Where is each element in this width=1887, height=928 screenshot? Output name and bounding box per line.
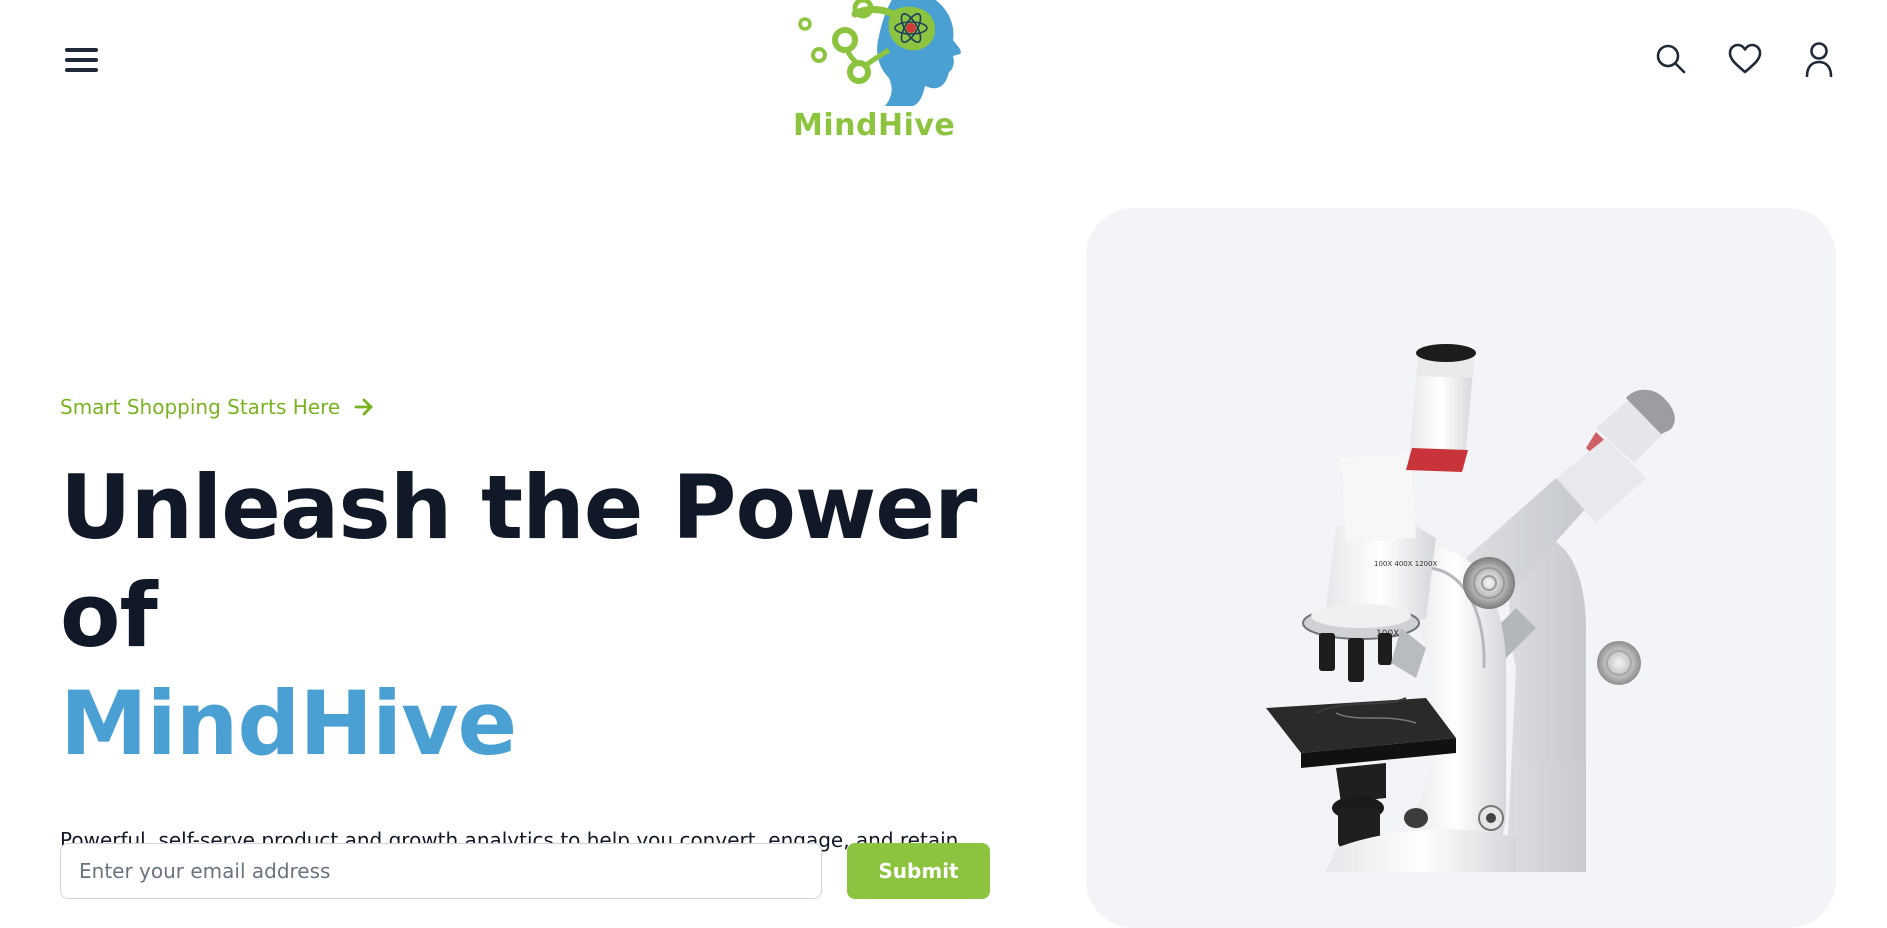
heart-icon xyxy=(1728,43,1762,74)
brand-logo[interactable]: MindHive xyxy=(785,0,975,150)
headline-line-2: MindHive xyxy=(60,672,517,775)
search-button[interactable] xyxy=(1653,40,1689,78)
hero-content: Smart Shopping Starts Here Unleash the P… xyxy=(60,395,1020,888)
submit-button[interactable]: Submit xyxy=(847,843,990,899)
wishlist-button[interactable] xyxy=(1727,40,1763,78)
menu-button[interactable] xyxy=(62,44,102,78)
email-signup-form: Submit xyxy=(60,843,990,903)
arrow-right-icon xyxy=(354,398,373,416)
menu-icon-bar xyxy=(65,48,98,52)
hero-image: 100X 400X 1200X 100X xyxy=(1086,208,1836,872)
menu-icon-bar xyxy=(65,58,98,62)
user-icon xyxy=(1805,42,1833,77)
eyebrow-link[interactable]: Smart Shopping Starts Here xyxy=(60,395,1020,419)
svg-text:100X 400X 1200X: 100X 400X 1200X xyxy=(1374,560,1438,568)
search-icon xyxy=(1656,44,1686,74)
account-button[interactable] xyxy=(1801,40,1837,78)
eyebrow-text: Smart Shopping Starts Here xyxy=(60,395,341,419)
microscope-image: 100X 400X 1200X 100X xyxy=(1266,344,1675,872)
site-header: MindHive xyxy=(0,0,1887,150)
header-actions xyxy=(1653,40,1837,80)
brand-name: MindHive xyxy=(793,108,956,143)
menu-icon-bar xyxy=(65,68,98,72)
logo-head-icon xyxy=(798,0,961,106)
hero-headline: Unleash the Power of MindHive xyxy=(60,454,1020,778)
email-input[interactable] xyxy=(60,843,822,899)
headline-line-1: Unleash the Power of xyxy=(60,456,977,667)
